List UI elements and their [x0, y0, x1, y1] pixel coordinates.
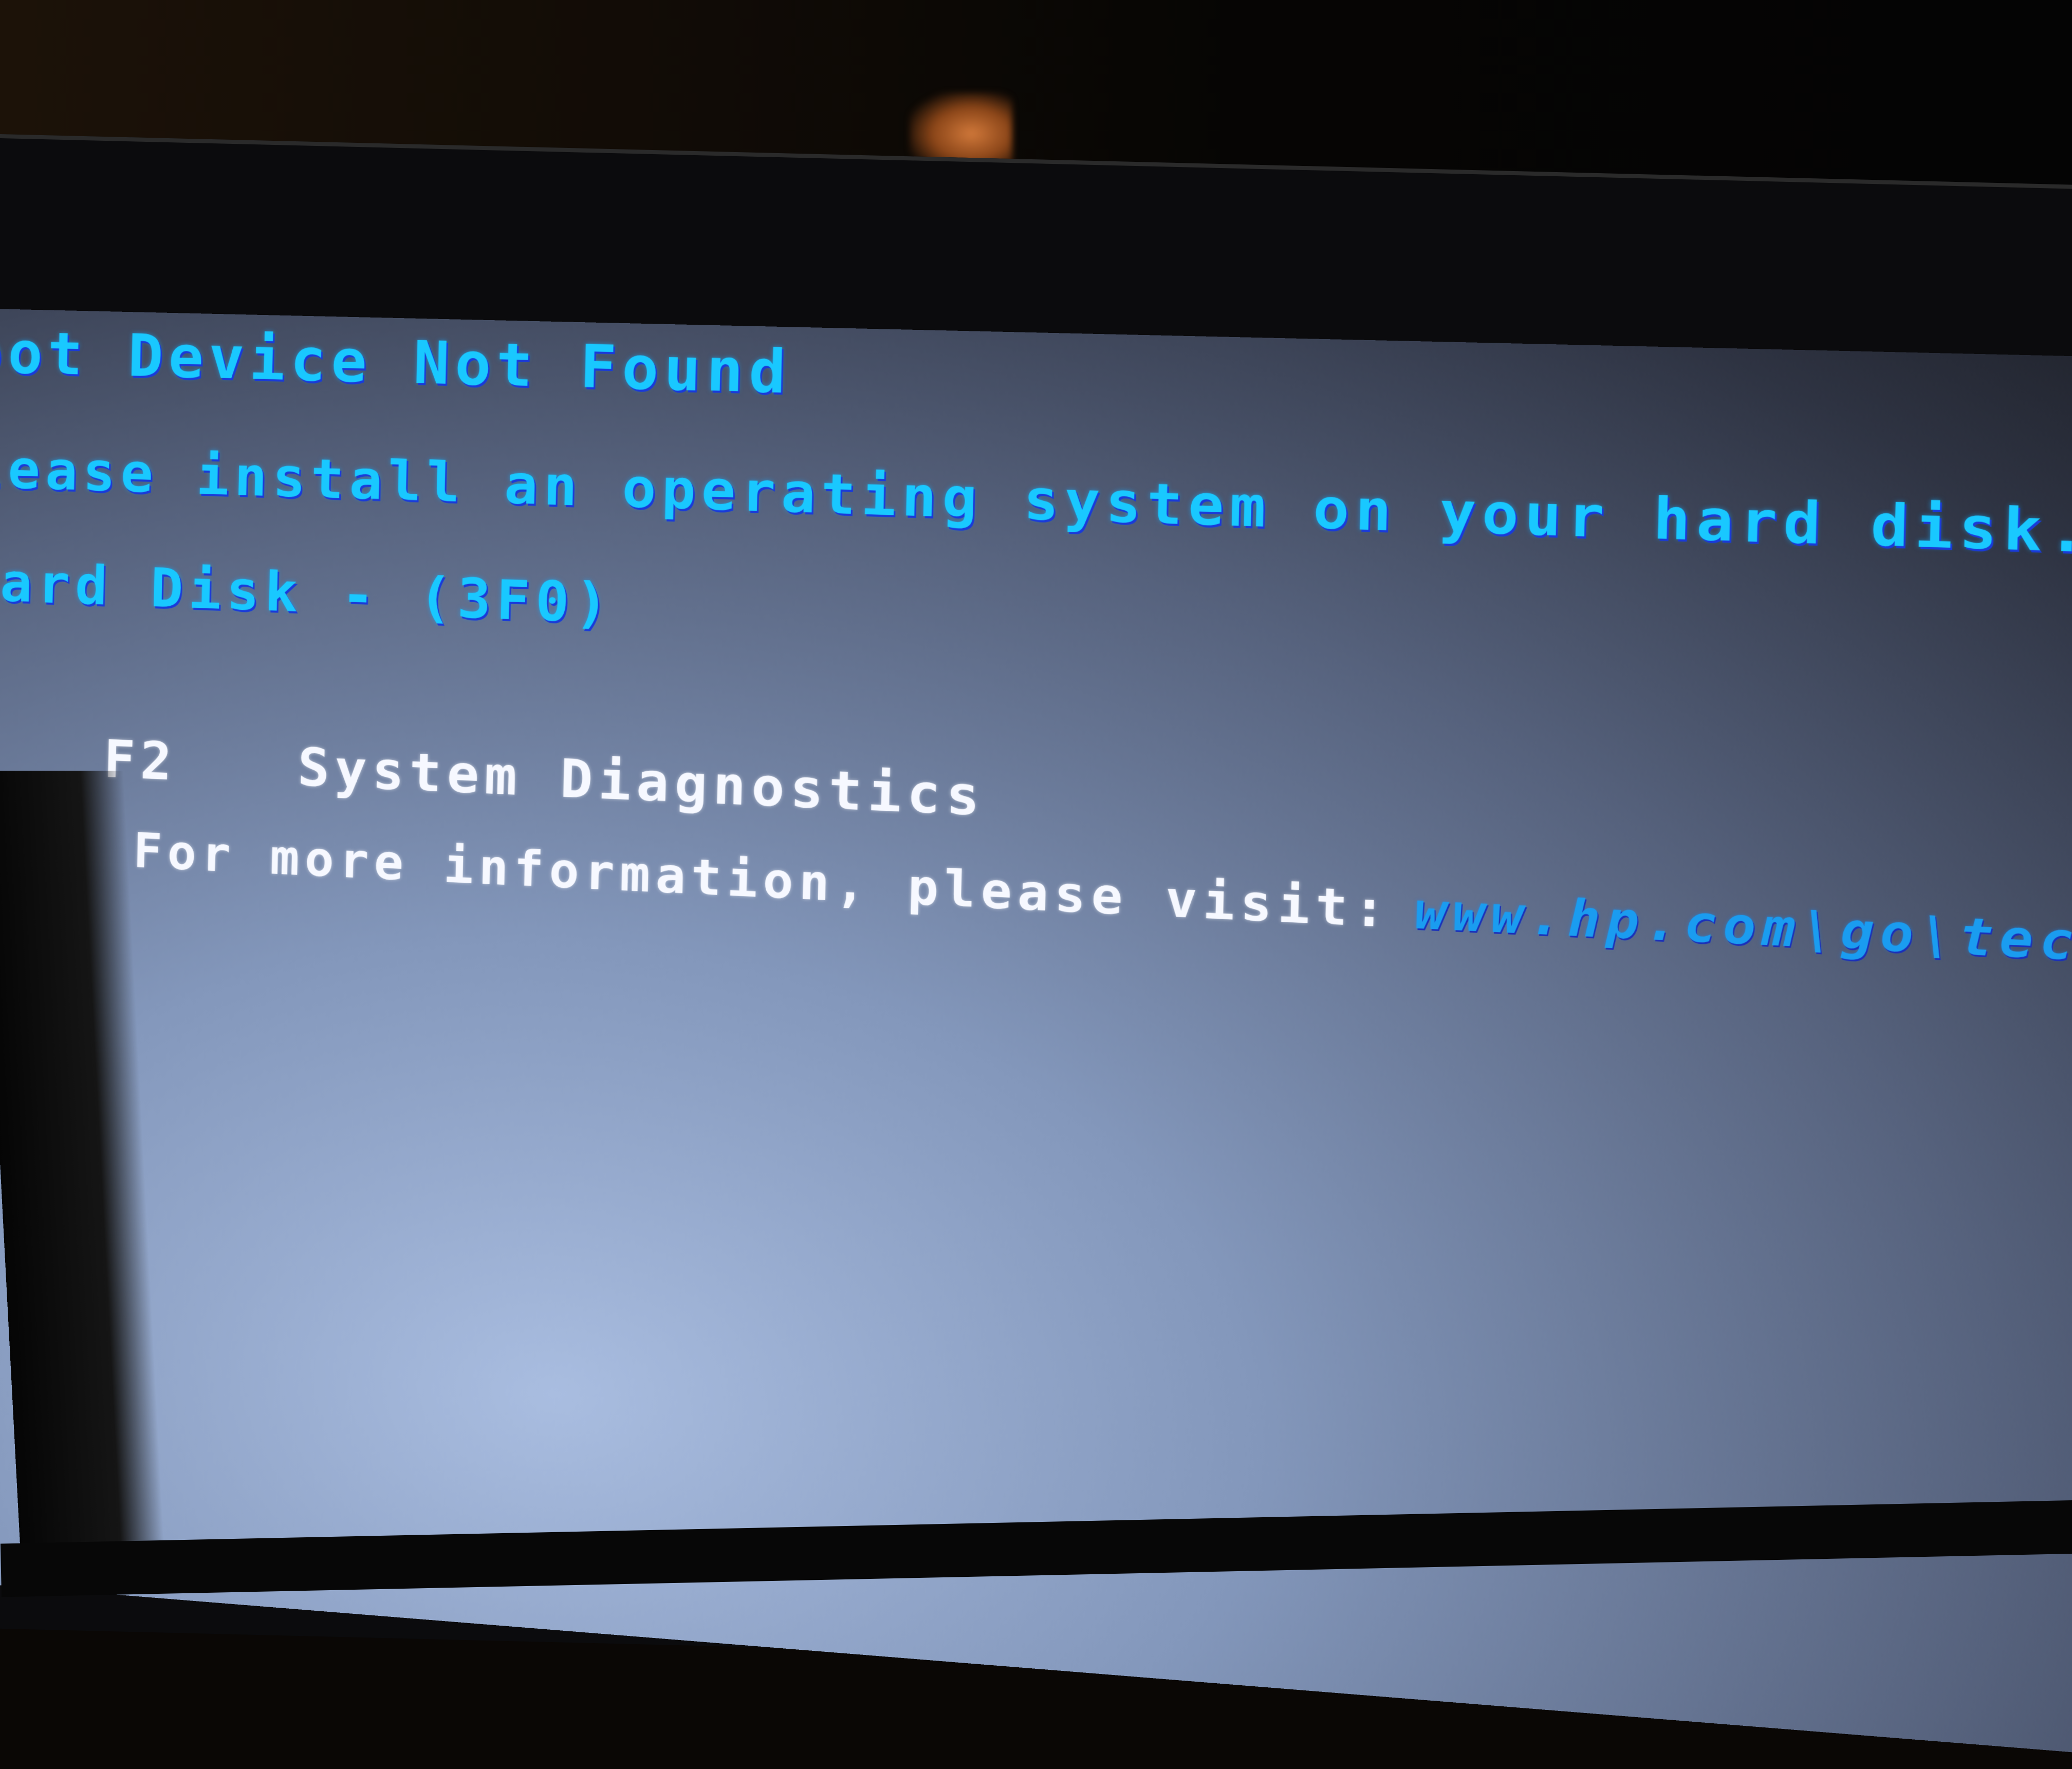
error-title: oot Device Not Found: [0, 318, 792, 407]
error-code: Hard Disk - (3F0): [0, 549, 615, 636]
info-prefix: For more information, please visit:: [133, 823, 1392, 939]
error-message: lease install an operating system on you…: [0, 437, 2072, 566]
support-url-link[interactable]: www.hp.com\go\techcenter\startup: [1414, 882, 2072, 1002]
info-line: For more information, please visit:www.h…: [0, 762, 2072, 1064]
